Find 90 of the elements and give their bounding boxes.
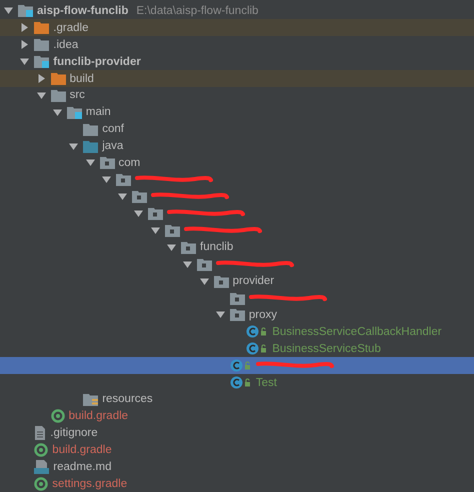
package-icon — [116, 173, 131, 186]
expanded-arrow-icon[interactable] — [118, 192, 128, 202]
tree-item-label: com — [118, 156, 140, 169]
package-icon — [214, 274, 229, 288]
tree-item-label: BusinessServiceCallbackHandler — [272, 326, 442, 338]
expanded-arrow-icon[interactable] — [102, 175, 111, 184]
tree-row[interactable]: .gradle — [0, 19, 474, 36]
resources-folder-icon — [83, 392, 98, 406]
tree-row[interactable]: funclib-provider — [0, 53, 474, 70]
expanded-arrow-icon[interactable] — [4, 6, 13, 16]
tree-row[interactable]: readme.md — [0, 458, 474, 476]
folder-icon — [83, 140, 98, 153]
tree-item-label: BusinessServiceStub — [272, 342, 381, 355]
module-folder-icon — [34, 55, 50, 68]
tree-item-label: settings.gradle — [52, 478, 128, 490]
expanded-arrow-icon[interactable] — [69, 142, 78, 151]
tree-row[interactable]: settings.gradle — [0, 475, 474, 492]
tree-row[interactable]: build — [0, 70, 474, 87]
tree-item-label: proxy — [248, 308, 278, 321]
project-path: E:\data\aisp-flow-funclib — [136, 4, 258, 17]
gradle-file-icon — [50, 409, 65, 424]
module-folder-icon — [18, 4, 33, 18]
expanded-arrow-icon[interactable] — [150, 226, 160, 236]
expanded-arrow-icon[interactable] — [20, 57, 30, 66]
tree-row[interactable]: .idea — [0, 36, 474, 54]
tree-item-label: conf — [102, 123, 124, 136]
tree-item-label: .gitignore — [50, 427, 98, 440]
collapsed-arrow-icon[interactable] — [36, 74, 46, 83]
folder-icon — [34, 21, 50, 34]
package-icon — [132, 190, 148, 204]
package-icon — [197, 258, 212, 271]
tree-item-label: build — [70, 72, 94, 84]
tree-item-label: aisp-flow-funclib — [37, 4, 128, 17]
expanded-arrow-icon[interactable] — [167, 242, 176, 252]
tree-row[interactable]: conf — [0, 120, 474, 138]
tree-row[interactable] — [0, 357, 474, 374]
tree-row[interactable]: proxy — [0, 306, 474, 324]
tree-row[interactable]: aisp-flow-funclib E:\data\aisp-flow-funclib — [0, 2, 474, 20]
tree-item-label: resources — [102, 393, 153, 406]
tree-row[interactable]: build.gradle — [0, 408, 474, 425]
class-icon — [230, 359, 252, 372]
tree-row[interactable]: BusinessServiceCallbackHandler — [0, 323, 474, 340]
tree-row[interactable]: funclib — [0, 238, 474, 256]
tree-item-label: java — [102, 140, 124, 152]
tree-row[interactable]: BusinessServiceStub — [0, 340, 474, 358]
tree-item-label: funclib — [200, 241, 234, 254]
package-icon — [181, 240, 196, 254]
tree-row[interactable]: java — [0, 138, 474, 155]
package-icon — [148, 207, 164, 220]
tree-row[interactable]: Test — [0, 374, 474, 391]
tree-row[interactable]: src — [0, 86, 474, 104]
tree-item-label: build.gradle — [68, 410, 128, 422]
tree-item-label: .idea — [53, 38, 78, 51]
package-icon — [100, 156, 114, 170]
expanded-arrow-icon[interactable] — [86, 158, 94, 168]
package-icon — [164, 224, 180, 238]
text-file-icon — [34, 426, 46, 440]
tree-item-label: build.gradle — [52, 444, 112, 456]
folder-icon — [83, 122, 98, 136]
folder-icon — [50, 72, 66, 85]
tree-row[interactable]: provider — [0, 272, 474, 290]
tree-row[interactable]: resources — [0, 390, 474, 408]
gradle-file-icon — [34, 476, 48, 491]
gradle-file-icon — [34, 443, 48, 458]
expanded-arrow-icon[interactable] — [134, 209, 144, 218]
tree-row[interactable]: main — [0, 104, 474, 121]
tree-item-label: .gradle — [53, 22, 88, 34]
collapsed-arrow-icon[interactable] — [20, 40, 30, 50]
tree-item-label: src — [70, 89, 85, 102]
expanded-arrow-icon[interactable] — [216, 310, 225, 320]
module-folder-icon — [66, 106, 82, 119]
tree-item-label: main — [86, 106, 111, 118]
class-icon — [246, 342, 268, 356]
markdown-file-icon — [34, 460, 50, 474]
tree-row[interactable]: build.gradle — [0, 442, 474, 459]
tree-item-label: funclib-provider — [53, 56, 141, 68]
class-icon — [246, 325, 268, 338]
class-icon — [230, 376, 252, 390]
tree-item-label: Test — [256, 376, 277, 389]
expanded-arrow-icon[interactable] — [36, 90, 46, 100]
tree-item-label: readme.md — [53, 460, 112, 473]
package-icon — [230, 292, 245, 305]
tree-row[interactable]: com — [0, 154, 474, 172]
collapsed-arrow-icon[interactable] — [20, 23, 30, 32]
package-icon — [230, 308, 245, 322]
expanded-arrow-icon[interactable] — [183, 260, 192, 269]
expanded-arrow-icon[interactable] — [52, 108, 62, 117]
tree-row[interactable]: .gitignore — [0, 424, 474, 442]
tree-item-label: provider — [232, 275, 274, 288]
expanded-arrow-icon[interactable] — [200, 276, 209, 286]
